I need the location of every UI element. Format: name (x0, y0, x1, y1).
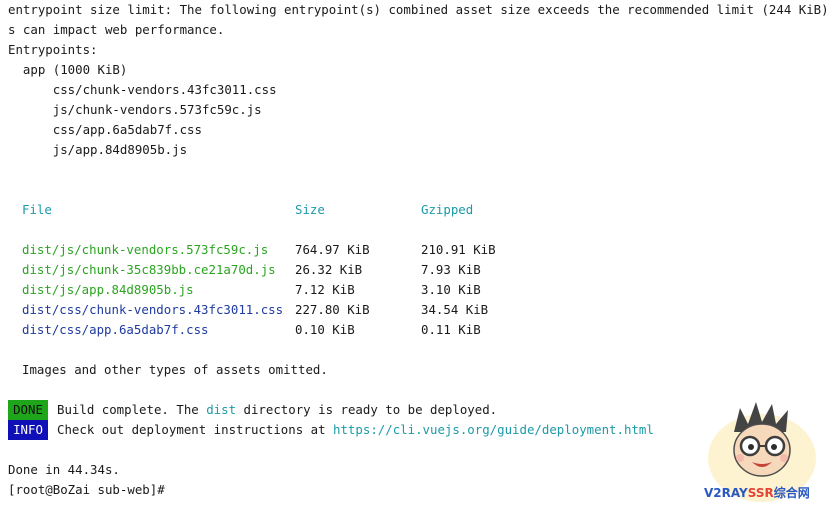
asset-file-name: dist/js/chunk-35c839bb.ce21a70d.js (22, 262, 276, 277)
asset-gzipped: 34.54 KiB (421, 302, 489, 317)
warning-line-2: s can impact web performance. (8, 22, 225, 37)
asset-size: 227.80 KiB (295, 302, 370, 317)
entrypoint-file: css/app.6a5dab7f.css (8, 122, 202, 137)
dist-directory: dist (206, 402, 237, 417)
deployment-info-text: Check out deployment instructions at (57, 422, 334, 437)
entrypoint-file: js/chunk-vendors.573fc59c.js (8, 102, 262, 117)
watermark-logo: V2RAYSSR综合网 (700, 398, 824, 506)
watermark-brand-c: 综合网 (773, 486, 810, 500)
entrypoint-app: app (1000 KiB) (8, 62, 128, 77)
deployment-guide-link[interactable]: https://cli.vuejs.org/guide/deployment.h… (333, 422, 654, 437)
shell-prompt[interactable]: [root@BoZai sub-web]# (8, 480, 165, 500)
watermark-brand-b: SSR (747, 486, 774, 500)
asset-gzipped: 3.10 KiB (421, 282, 481, 297)
asset-gzipped: 210.91 KiB (421, 242, 496, 257)
asset-size: 26.32 KiB (295, 262, 363, 277)
done-time: Done in 44.34s. (8, 462, 120, 477)
asset-size: 764.97 KiB (295, 242, 370, 257)
asset-gzipped: 7.93 KiB (421, 262, 481, 277)
asset-file-name: dist/css/chunk-vendors.43fc3011.css (22, 302, 284, 317)
done-badge: DONE (8, 400, 48, 420)
watermark-brand-a: V2RAY (704, 486, 748, 500)
assets-omitted-note: Images and other types of assets omitted… (22, 362, 328, 377)
asset-file-name: dist/css/app.6a5dab7f.css (22, 322, 209, 337)
build-complete-text-end: directory is ready to be deployed. (236, 402, 498, 417)
table-header-gzipped: Gzipped (421, 202, 474, 217)
table-header-size: Size (295, 202, 325, 217)
info-badge: INFO (8, 420, 48, 440)
asset-gzipped: 0.11 KiB (421, 322, 481, 337)
deployment-info-message: Check out deployment instructions at htt… (57, 420, 654, 440)
asset-size: 7.12 KiB (295, 282, 355, 297)
asset-file-name: dist/js/chunk-vendors.573fc59c.js (22, 242, 269, 257)
entrypoint-file: js/app.84d8905b.js (8, 142, 188, 157)
warning-line-1: entrypoint size limit: The following ent… (8, 2, 826, 17)
build-complete-text: Build complete. The (57, 402, 207, 417)
terminal-window[interactable]: entrypoint size limit: The following ent… (0, 0, 826, 508)
watermark-brand: V2RAYSSR综合网 (704, 484, 810, 501)
asset-file-name: dist/js/app.84d8905b.js (22, 282, 194, 297)
table-header-file: File (22, 202, 52, 217)
entrypoints-label: Entrypoints: (8, 42, 98, 57)
entrypoint-file: css/chunk-vendors.43fc3011.css (8, 82, 277, 97)
asset-size: 0.10 KiB (295, 322, 355, 337)
build-complete-message: Build complete. The dist directory is re… (57, 400, 497, 420)
